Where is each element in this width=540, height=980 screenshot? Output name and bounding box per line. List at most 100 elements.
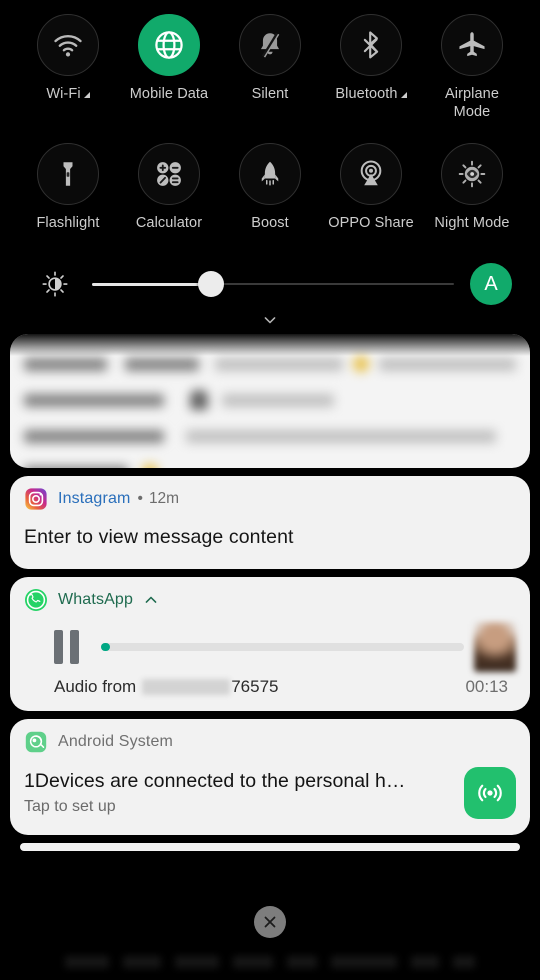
bluetooth-icon (363, 31, 379, 59)
expand-shade-row[interactable] (0, 310, 540, 336)
qs-tile-calculator[interactable]: Calculator (121, 143, 217, 232)
qs-tile-silent-label: Silent (251, 86, 289, 102)
whatsapp-icon (25, 588, 47, 611)
qs-tile-bluetooth-button[interactable] (340, 14, 402, 76)
redacted-phone-prefix (142, 679, 231, 695)
notification-app-name: WhatsApp (58, 590, 134, 608)
notification-body: 1Devices are connected to the personal h… (10, 753, 530, 819)
dismiss-all-row (0, 906, 540, 938)
redacted-row (24, 382, 516, 418)
notification-card-instagram[interactable]: Instagram • 12m Enter to view message co… (10, 476, 530, 569)
expand-triangle-icon[interactable] (83, 92, 90, 98)
hotspot-action-button[interactable] (464, 767, 516, 819)
audio-progress-slider[interactable] (101, 643, 464, 651)
notification-card-whatsapp[interactable]: WhatsApp Audio from 76575 00:13 (10, 577, 530, 711)
audio-player (10, 611, 530, 672)
qs-tile-flashlight[interactable]: Flashlight (20, 143, 116, 232)
qs-tile-oppo-share-button[interactable] (340, 143, 402, 205)
qs-tile-calculator-label: Calculator (135, 215, 203, 231)
bottom-status-strip (0, 944, 540, 980)
qs-tile-night-mode-label: Night Mode (434, 215, 510, 231)
notification-app-name: Android System (58, 732, 174, 750)
airplane-icon (459, 32, 485, 57)
notification-separator: • (137, 489, 143, 507)
qs-tile-airplane-mode-label: Airplane Mode (445, 86, 499, 120)
qs-tile-boost-label: Boost (251, 215, 289, 231)
qs-tile-wifi[interactable]: Wi-Fi (20, 14, 116, 121)
audio-from-prefix: Audio from (54, 677, 137, 696)
oppo-share-icon (360, 160, 382, 186)
notification-app-name: Instagram (58, 489, 131, 507)
notification-card-redacted[interactable] (10, 334, 530, 468)
sender-avatar (474, 622, 516, 672)
qs-tile-mobile-data-label: Mobile Data (129, 86, 209, 102)
quick-settings-shade: Wi-Fi Mobile Data Silent Bluetooth Airpl… (0, 0, 540, 980)
qs-tile-flashlight-label: Flashlight (36, 215, 100, 231)
close-shade-button[interactable] (254, 906, 286, 938)
quick-settings-row-2: Flashlight Calculator Boost OPPO Share N… (8, 143, 532, 232)
notification-subtitle: Tap to set up (24, 798, 116, 815)
qs-tile-wifi-label: Wi-Fi (46, 85, 90, 103)
notification-header: Instagram • 12m (10, 476, 530, 510)
qs-tile-oppo-share-label: OPPO Share (328, 215, 414, 231)
qs-tile-night-mode-button[interactable] (441, 143, 503, 205)
qs-tile-silent[interactable]: Silent (222, 14, 318, 121)
chevron-down-icon[interactable] (257, 310, 283, 330)
quick-settings-row-1: Wi-Fi Mobile Data Silent Bluetooth Airpl… (8, 14, 532, 121)
globe-icon (155, 31, 183, 59)
shade-top-fade (10, 334, 530, 356)
brightness-icon (42, 271, 68, 297)
audio-meta-row: Audio from 76575 00:13 (10, 667, 530, 697)
qs-tile-boost[interactable]: Boost (222, 143, 318, 232)
flashlight-icon (63, 162, 73, 186)
notification-title: 1Devices are connected to the personal h… (24, 770, 406, 792)
brightness-slider-knob[interactable] (198, 271, 225, 297)
audio-from-number: 76575 (231, 677, 279, 696)
notification-card-android-system[interactable]: Android System 1Devices are connected to… (10, 719, 530, 835)
night-mode-eye-icon (458, 160, 486, 188)
qs-tile-flashlight-button[interactable] (37, 143, 99, 205)
instagram-icon (25, 487, 47, 510)
close-icon (264, 916, 276, 928)
pause-icon[interactable] (54, 630, 79, 664)
notification-time: 12m (148, 489, 180, 507)
android-system-icon (25, 731, 47, 752)
audio-sender-text: Audio from 76575 (54, 677, 278, 697)
redacted-row (24, 418, 516, 454)
audio-duration: 00:13 (465, 677, 508, 696)
wifi-icon (54, 34, 82, 57)
notification-header: Android System (10, 719, 530, 753)
brightness-control-row: A (0, 262, 540, 306)
qs-tile-oppo-share[interactable]: OPPO Share (323, 143, 419, 232)
qs-tile-bluetooth-label: Bluetooth (335, 85, 407, 103)
notification-text-block: 1Devices are connected to the personal h… (24, 770, 452, 816)
qs-tile-bluetooth[interactable]: Bluetooth (323, 14, 419, 121)
qs-tile-night-mode[interactable]: Night Mode (424, 143, 520, 232)
calculator-icon (157, 162, 181, 186)
redacted-row (24, 454, 516, 468)
audio-progress-fill (101, 643, 111, 651)
qs-tile-silent-button[interactable] (239, 14, 301, 76)
notification-list: Instagram • 12m Enter to view message co… (0, 334, 540, 882)
qs-tile-mobile-data[interactable]: Mobile Data (121, 14, 217, 121)
notification-header: WhatsApp (10, 577, 530, 611)
notification-body: Enter to view message content (24, 526, 294, 548)
rocket-icon (261, 161, 279, 186)
shade-drag-handle[interactable] (20, 843, 520, 851)
auto-brightness-button[interactable]: A (470, 263, 512, 305)
bell-off-icon (260, 32, 280, 58)
brightness-slider[interactable] (92, 267, 454, 301)
quick-settings-grid: Wi-Fi Mobile Data Silent Bluetooth Airpl… (0, 0, 540, 232)
expand-triangle-icon[interactable] (400, 92, 407, 98)
auto-brightness-label: A (484, 272, 498, 295)
qs-tile-airplane-mode-button[interactable] (441, 14, 503, 76)
qs-tile-airplane-mode[interactable]: Airplane Mode (424, 14, 520, 121)
qs-tile-mobile-data-button[interactable] (138, 14, 200, 76)
qs-tile-calculator-button[interactable] (138, 143, 200, 205)
redacted-content (24, 346, 517, 468)
hotspot-icon (478, 784, 502, 802)
qs-tile-boost-button[interactable] (239, 143, 301, 205)
qs-tile-wifi-button[interactable] (37, 14, 99, 76)
chevron-up-icon[interactable] (141, 590, 161, 610)
brightness-slider-fill (92, 282, 212, 286)
